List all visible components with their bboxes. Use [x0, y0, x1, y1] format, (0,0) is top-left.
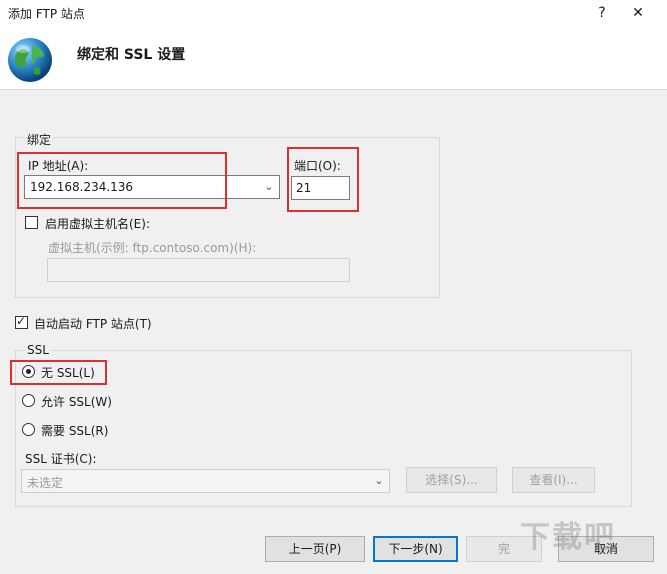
- page-heading: 绑定和 SSL 设置: [77, 47, 186, 63]
- ssl-cert-value: 未选定: [27, 476, 64, 490]
- title-bar: 添加 FTP 站点 ? ✕: [0, 0, 667, 26]
- require-ssl-label: 需要 SSL(R): [41, 424, 109, 438]
- port-highlight-box: [287, 147, 359, 212]
- help-button[interactable]: ?: [592, 2, 612, 24]
- no-ssl-highlight-box: [10, 360, 107, 385]
- allow-ssl-radio[interactable]: [22, 394, 35, 407]
- require-ssl-radio[interactable]: [22, 423, 35, 436]
- ssl-cert-label: SSL 证书(C):: [25, 452, 97, 466]
- chevron-down-icon[interactable]: ⌄: [263, 179, 275, 195]
- ssl-group-title: SSL: [25, 343, 51, 357]
- window-title: 添加 FTP 站点: [8, 7, 85, 21]
- select-cert-button[interactable]: 选择(S)...: [406, 467, 497, 493]
- wizard-header: 绑定和 SSL 设置: [0, 26, 667, 90]
- virtual-host-label: 虚拟主机(示例: ftp.contoso.com)(H):: [48, 241, 257, 255]
- binding-group-title: 绑定: [25, 131, 54, 148]
- virtual-host-field[interactable]: [47, 258, 350, 282]
- view-cert-button[interactable]: 查看(I)...: [512, 467, 595, 493]
- previous-button[interactable]: 上一页(P): [265, 536, 365, 562]
- virtual-host-checkbox[interactable]: [25, 216, 38, 229]
- autostart-checkbox[interactable]: [15, 314, 28, 329]
- autostart-label: 自动启动 FTP 站点(T): [34, 317, 152, 331]
- virtual-host-checkbox-label: 启用虚拟主机名(E):: [45, 217, 150, 231]
- close-button[interactable]: ✕: [626, 2, 650, 24]
- allow-ssl-label: 允许 SSL(W): [41, 395, 112, 409]
- next-button[interactable]: 下一步(N): [373, 536, 458, 562]
- globe-icon: [8, 38, 52, 82]
- chevron-down-icon[interactable]: ⌄: [373, 473, 385, 489]
- watermark: 下载吧: [520, 520, 616, 555]
- ssl-cert-combo[interactable]: 未选定 ⌄: [21, 469, 390, 493]
- ip-highlight-box: [17, 152, 227, 209]
